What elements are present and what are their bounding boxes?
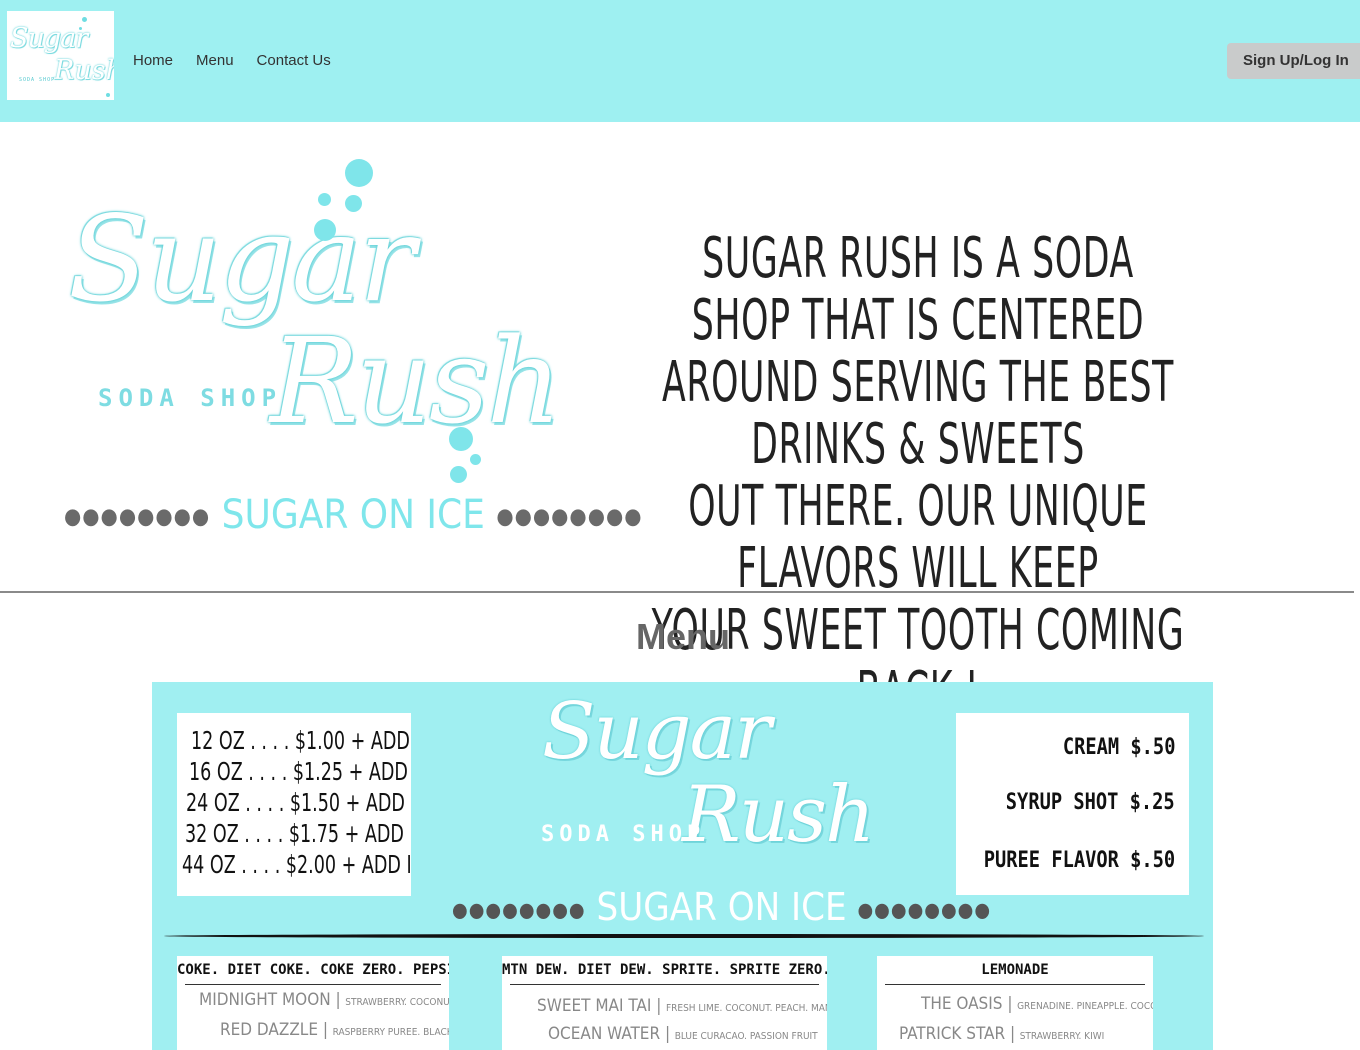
drink-item: SWEET MAI TAI | FRESH LIME. COCONUT. PEA… bbox=[537, 996, 827, 1016]
drink-name: SWEET MAI TAI | bbox=[537, 996, 662, 1016]
logo-tag: SODA SHOP bbox=[19, 77, 56, 83]
drink-card-title: LEMONADE bbox=[981, 962, 1049, 978]
hero-sugar-on-ice: ●●●●●●●● SUGAR ON ICE ●●●●●●●● bbox=[64, 492, 642, 538]
bubble-decoration bbox=[450, 466, 467, 483]
sugar-on-ice-text: SUGAR ON ICE bbox=[221, 492, 485, 538]
board-sugar-on-ice: ●●●●●●●● SUGAR ON ICE ●●●●●●●● bbox=[452, 885, 990, 929]
bubble-decoration bbox=[345, 159, 373, 187]
drink-ingredients: RASPBERRY PUREE. BLACKBERRY bbox=[332, 1027, 449, 1038]
nav-menu-link[interactable]: Menu bbox=[196, 52, 234, 70]
hero-banner: Sugar Rush SODA SHOP ●●●●●●●● SUGAR ON I… bbox=[0, 122, 1354, 724]
site-header: Sugar Rush SODA SHOP Home Menu Contact U… bbox=[0, 0, 1360, 122]
drink-card-title: MTN DEW. DIET DEW. SPRITE. SPRITE ZERO. … bbox=[502, 962, 827, 978]
board-sugar-on-ice-text: SUGAR ON ICE bbox=[596, 885, 847, 929]
drink-ingredients: STRAWBERRY. COCONUT. CREAM bbox=[345, 997, 449, 1008]
drink-name: RED DAZZLE | bbox=[220, 1020, 329, 1040]
drink-card-lemonade: LEMONADE THE OASIS | GRENADINE. PINEAPPL… bbox=[877, 956, 1153, 1050]
main-nav: Home Menu Contact Us bbox=[133, 52, 331, 70]
drink-name: MIDNIGHT MOON | bbox=[199, 990, 341, 1010]
board-divider bbox=[164, 934, 1204, 938]
section-divider bbox=[0, 591, 1354, 593]
drink-name: PATRICK STAR | bbox=[899, 1024, 1016, 1044]
nav-home-link[interactable]: Home bbox=[133, 52, 173, 70]
hero-line: AROUND SERVING THE BEST DRINKS & SWEETS bbox=[661, 350, 1175, 477]
drink-card-rule bbox=[185, 984, 441, 985]
logo-bubble bbox=[79, 27, 82, 30]
add-ins-card: CREAM $.50 SYRUP SHOT $.25 PUREE FLAVOR … bbox=[956, 713, 1189, 895]
hero-line: OUT THERE. OUR UNIQUE FLAVORS WILL KEEP bbox=[688, 474, 1148, 601]
dot-row-left: ●●●●●●●● bbox=[452, 897, 586, 922]
drink-card-dew: MTN DEW. DIET DEW. SPRITE. SPRITE ZERO. … bbox=[502, 956, 827, 1050]
drink-card-coke: COKE. DIET COKE. COKE ZERO. PEPSI. DIET … bbox=[177, 956, 449, 1050]
logo-word-rush: Rush bbox=[54, 55, 114, 86]
site-logo[interactable]: Sugar Rush SODA SHOP bbox=[7, 11, 114, 100]
board-logo-tag: SODA SHOP bbox=[541, 822, 706, 847]
drink-item: RED DAZZLE | RASPBERRY PUREE. BLACKBERRY bbox=[220, 1020, 449, 1040]
drink-item: PATRICK STAR | STRAWBERRY. KIWI bbox=[899, 1024, 1104, 1044]
size-price-row: 44 OZ . . . . $2.00 + ADD INS bbox=[182, 850, 411, 879]
hero-line: SUGAR RUSH IS A SODA SHOP THAT IS CENTER… bbox=[691, 226, 1145, 353]
logo-word-sugar: Sugar bbox=[10, 23, 88, 54]
add-in-row: CREAM $.50 bbox=[1062, 735, 1175, 760]
board-logo-sugar: Sugar bbox=[542, 687, 771, 777]
size-price-row: 12 OZ . . . . $1.00 + ADD INS bbox=[191, 726, 411, 755]
size-price-row: 16 OZ . . . . $1.25 + ADD INS bbox=[189, 757, 411, 786]
menu-heading: Menu bbox=[636, 616, 730, 657]
size-price-row: 24 OZ . . . . $1.50 + ADD INS bbox=[186, 788, 411, 817]
dot-row-right: ●●●●●●●● bbox=[857, 897, 992, 922]
drink-ingredients: GRENADINE. PINEAPPLE. COCONUT bbox=[1017, 1001, 1153, 1012]
size-price-row: 32 OZ . . . . $1.75 + ADD INS bbox=[185, 819, 411, 848]
add-in-row: SYRUP SHOT $.25 bbox=[1006, 790, 1175, 815]
drink-ingredients: BLUE CURACAO. PASSION FRUIT bbox=[674, 1031, 818, 1042]
logo-bubble bbox=[106, 93, 110, 97]
drink-item: THE OASIS | GRENADINE. PINEAPPLE. COCONU… bbox=[921, 994, 1153, 1014]
bubble-decoration bbox=[314, 219, 336, 241]
menu-board-image: 12 OZ . . . . $1.00 + ADD INS 16 OZ . . … bbox=[152, 682, 1213, 1050]
bubble-decoration bbox=[449, 427, 473, 451]
hero-logo-rush: Rush bbox=[270, 312, 562, 450]
nav-contact-link[interactable]: Contact Us bbox=[257, 52, 331, 70]
dot-row-right: ●●●●●●●● bbox=[496, 504, 643, 530]
drink-name: OCEAN WATER | bbox=[548, 1024, 671, 1044]
hero-logo-tag: SODA SHOP bbox=[98, 384, 283, 412]
bubble-decoration bbox=[318, 193, 331, 206]
drink-card-rule bbox=[885, 984, 1145, 985]
drink-card-rule bbox=[510, 984, 819, 985]
bubble-decoration bbox=[470, 454, 481, 465]
add-in-row: PUREE FLAVOR $.50 bbox=[983, 848, 1175, 873]
bubble-decoration bbox=[345, 195, 362, 212]
drink-item: MIDNIGHT MOON | STRAWBERRY. COCONUT. CRE… bbox=[199, 990, 449, 1010]
drink-name: THE OASIS | bbox=[921, 994, 1013, 1014]
logo-bubble bbox=[82, 17, 87, 22]
signup-login-button[interactable]: Sign Up/Log In bbox=[1227, 43, 1360, 79]
drink-ingredients: FRESH LIME. COCONUT. PEACH. MANGO PUREE bbox=[665, 1003, 827, 1014]
size-price-card: 12 OZ . . . . $1.00 + ADD INS 16 OZ . . … bbox=[177, 713, 411, 896]
board-logo-rush: Rush bbox=[682, 770, 875, 860]
drink-card-title: COKE. DIET COKE. COKE ZERO. PEPSI. DIET … bbox=[177, 962, 449, 978]
drink-item: OCEAN WATER | BLUE CURACAO. PASSION FRUI… bbox=[548, 1024, 818, 1044]
dot-row-left: ●●●●●●●● bbox=[64, 504, 211, 530]
hero-logo-sugar: Sugar bbox=[68, 190, 415, 328]
drink-ingredients: STRAWBERRY. KIWI bbox=[1019, 1031, 1105, 1042]
